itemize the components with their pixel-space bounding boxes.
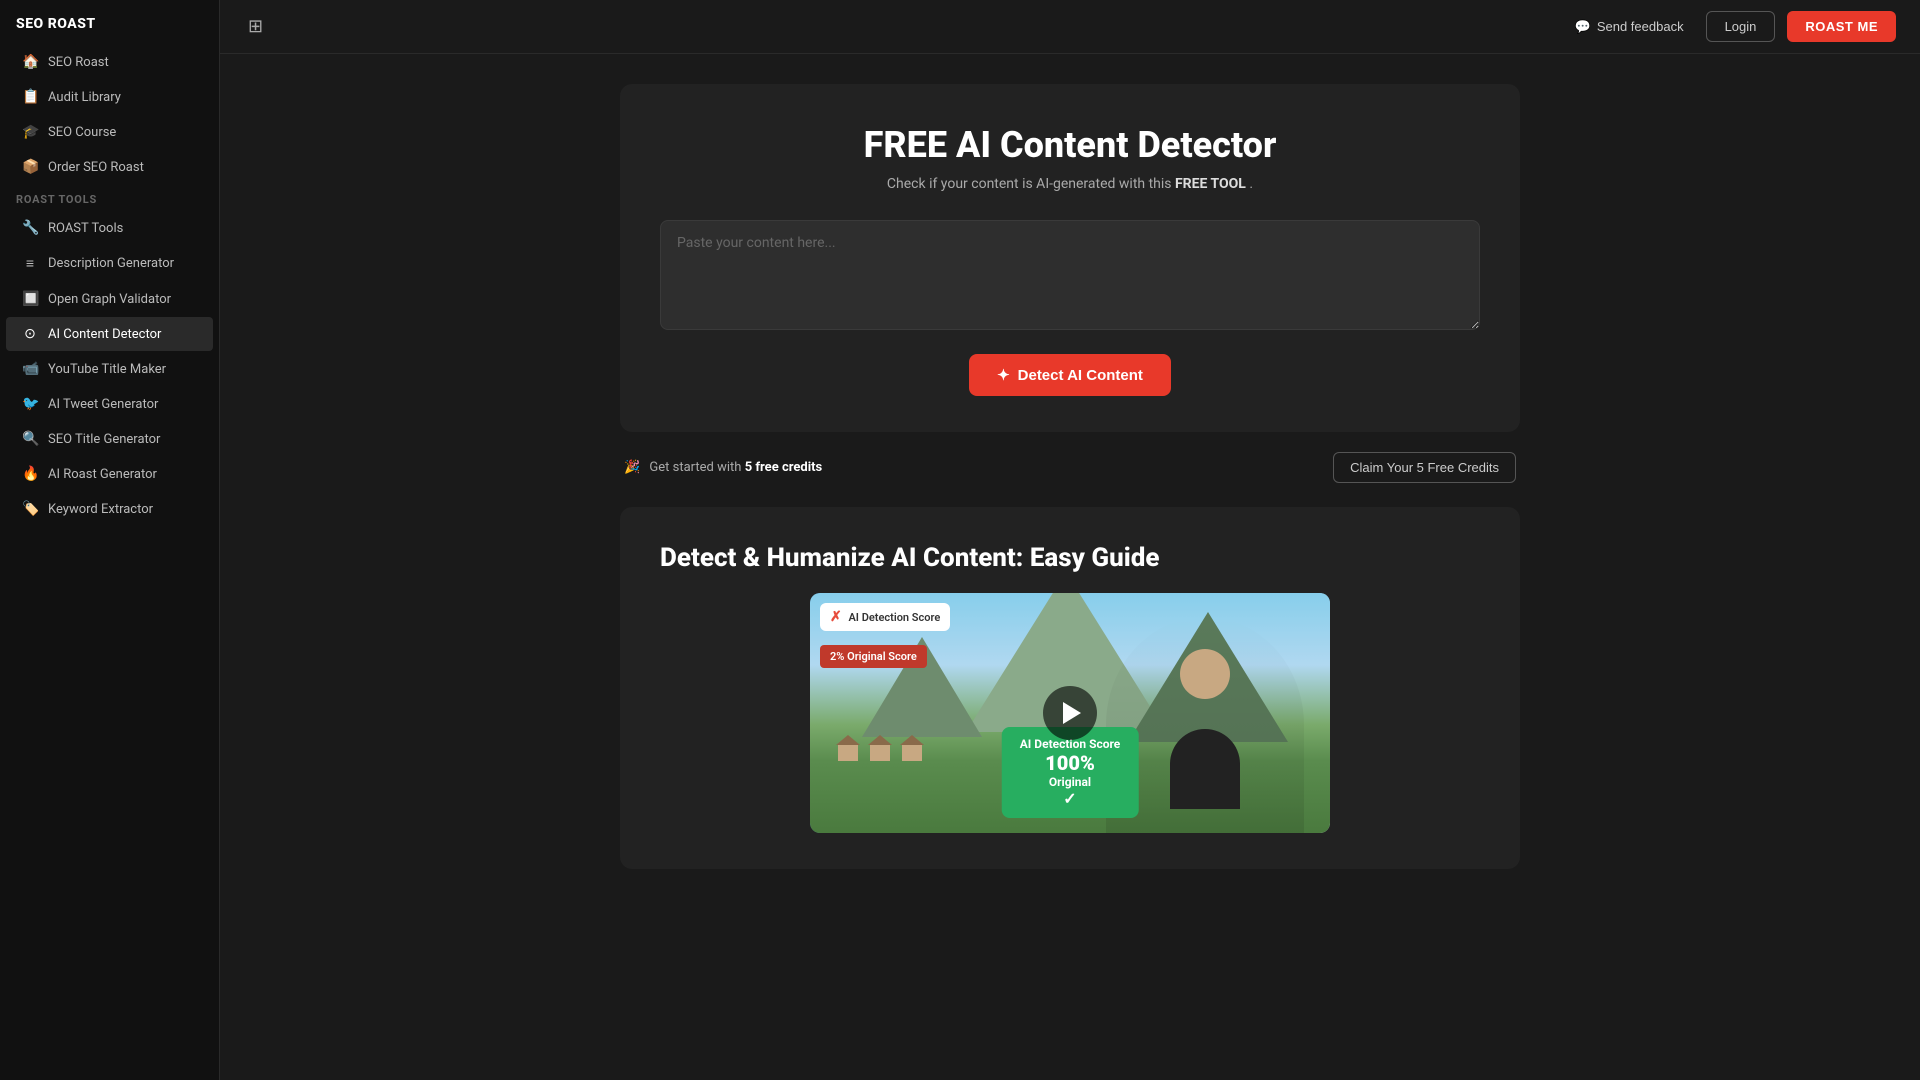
audit-library-label: Audit Library: [48, 90, 121, 105]
brand-logo: SEO ROAST: [0, 0, 219, 44]
ai-content-detector-label: AI Content Detector: [48, 327, 161, 342]
seo-roast-icon: 🏠: [22, 54, 38, 70]
sidebar-item-seo-title-generator[interactable]: 🔍 SEO Title Generator: [6, 422, 213, 456]
nav-section: 🏠 SEO Roast 📋 Audit Library 🎓 SEO Course…: [0, 44, 219, 185]
order-seo-roast-icon: 📦: [22, 159, 38, 175]
sidebar-item-keyword-extractor[interactable]: 🏷️ Keyword Extractor: [6, 492, 213, 526]
thumbnail-overlay-green: AI Detection Score 100% Original ✓: [1002, 727, 1139, 818]
seo-title-generator-icon: 🔍: [22, 431, 38, 447]
sidebar-item-order-seo-roast[interactable]: 📦 Order SEO Roast: [6, 150, 213, 184]
description-generator-icon: ≡: [22, 255, 38, 272]
person-head: [1180, 649, 1230, 699]
thumbnail-overlay-red: 2% Original Score: [820, 645, 927, 668]
header: ⊞ 💬 Send feedback Login ROAST ME: [220, 0, 1920, 54]
subtitle-highlight: FREE TOOL: [1175, 176, 1246, 192]
house-1: [836, 735, 860, 761]
house-3: [900, 735, 924, 761]
keyword-extractor-label: Keyword Extractor: [48, 502, 153, 517]
sidebar-toggle-button[interactable]: ⊞: [244, 12, 267, 41]
detect-btn-icon: ✦: [997, 366, 1010, 384]
login-button[interactable]: Login: [1706, 11, 1776, 42]
video-card: Detect & Humanize AI Content: Easy Guide: [620, 507, 1520, 869]
ai-tweet-generator-label: AI Tweet Generator: [48, 397, 158, 412]
house-roof-2: [868, 735, 892, 745]
sidebar-item-seo-course[interactable]: 🎓 SEO Course: [6, 115, 213, 149]
youtube-title-maker-icon: 📹: [22, 361, 38, 377]
tools-section: 🔧 ROAST Tools ≡ Description Generator 🔲 …: [0, 210, 219, 527]
overlay-top-label: AI Detection Score: [848, 611, 940, 624]
credits-emoji: 🎉: [624, 460, 640, 475]
ai-roast-generator-icon: 🔥: [22, 466, 38, 482]
order-seo-roast-label: Order SEO Roast: [48, 160, 144, 175]
play-button[interactable]: [1043, 686, 1097, 740]
detect-btn-label: Detect AI Content: [1018, 367, 1143, 384]
sidebar-item-seo-roast[interactable]: 🏠 SEO Roast: [6, 45, 213, 79]
subtitle-suffix: .: [1249, 176, 1253, 192]
video-title: Detect & Humanize AI Content: Easy Guide: [660, 543, 1480, 573]
feedback-icon: 💬: [1575, 19, 1591, 35]
seo-title-generator-label: SEO Title Generator: [48, 432, 160, 447]
roast-tools-icon: 🔧: [22, 220, 38, 236]
youtube-title-maker-label: YouTube Title Maker: [48, 362, 166, 377]
detect-ai-content-button[interactable]: ✦ Detect AI Content: [969, 354, 1171, 396]
ai-tweet-generator-icon: 🐦: [22, 396, 38, 412]
overlay-green-pct: 100%: [1020, 751, 1121, 775]
sidebar: SEO ROAST 🏠 SEO Roast 📋 Audit Library 🎓 …: [0, 0, 220, 1080]
credits-text: 🎉 Get started with 5 free credits: [624, 460, 822, 475]
detect-btn-wrapper: ✦ Detect AI Content: [660, 354, 1480, 396]
house-2: [868, 735, 892, 761]
card-title: FREE AI Content Detector: [660, 124, 1480, 166]
sidebar-item-ai-roast-generator[interactable]: 🔥 AI Roast Generator: [6, 457, 213, 491]
houses-group: [836, 735, 924, 761]
content-input[interactable]: [660, 220, 1480, 330]
subtitle-prefix: Check if your content is AI-generated wi…: [887, 176, 1172, 192]
credits-bar: 🎉 Get started with 5 free credits Claim …: [620, 452, 1520, 483]
sidebar-item-youtube-title-maker[interactable]: 📹 YouTube Title Maker: [6, 352, 213, 386]
video-thumbnail: ✗ AI Detection Score 2% Original Score A…: [810, 593, 1330, 833]
ai-roast-generator-label: AI Roast Generator: [48, 467, 157, 482]
sidebar-item-roast-tools[interactable]: 🔧 ROAST Tools: [6, 211, 213, 245]
ai-content-detector-icon: ⊙: [22, 326, 38, 342]
roast-tools-section-label: ROAST Tools: [0, 185, 219, 210]
sidebar-item-open-graph-validator[interactable]: 🔲 Open Graph Validator: [6, 282, 213, 316]
house-roof-1: [836, 735, 860, 745]
house-body-1: [838, 745, 858, 761]
person-body: [1170, 729, 1240, 809]
house-body-2: [870, 745, 890, 761]
credits-prefix: Get started with: [649, 460, 741, 475]
card-subtitle: Check if your content is AI-generated wi…: [660, 176, 1480, 192]
description-generator-label: Description Generator: [48, 256, 174, 271]
seo-course-icon: 🎓: [22, 124, 38, 140]
sidebar-item-audit-library[interactable]: 📋 Audit Library: [6, 80, 213, 114]
header-right: 💬 Send feedback Login ROAST ME: [1565, 11, 1896, 42]
house-roof-3: [900, 735, 924, 745]
open-graph-validator-label: Open Graph Validator: [48, 292, 171, 307]
overlay-green-label2: Original: [1020, 775, 1121, 789]
house-body-3: [902, 745, 922, 761]
x-mark-icon: ✗: [830, 609, 842, 625]
feedback-label: Send feedback: [1597, 19, 1684, 34]
claim-credits-button[interactable]: Claim Your 5 Free Credits: [1333, 452, 1516, 483]
send-feedback-button[interactable]: 💬 Send feedback: [1565, 13, 1694, 41]
sidebar-item-ai-tweet-generator[interactable]: 🐦 AI Tweet Generator: [6, 387, 213, 421]
main-area: ⊞ 💬 Send feedback Login ROAST ME FREE AI…: [220, 0, 1920, 1080]
seo-roast-label: SEO Roast: [48, 55, 109, 70]
thumbnail-overlay-top: ✗ AI Detection Score: [820, 603, 950, 631]
seo-course-label: SEO Course: [48, 125, 116, 140]
overlay-red-label: 2% Original Score: [830, 650, 917, 663]
roast-me-button[interactable]: ROAST ME: [1787, 11, 1896, 42]
page-content: FREE AI Content Detector Check if your c…: [220, 54, 1920, 1080]
credits-highlight: 5 free credits: [745, 460, 823, 475]
sidebar-item-ai-content-detector[interactable]: ⊙ AI Content Detector: [6, 317, 213, 351]
ai-detector-card: FREE AI Content Detector Check if your c…: [620, 84, 1520, 432]
header-left: ⊞: [244, 12, 267, 41]
sidebar-item-description-generator[interactable]: ≡ Description Generator: [6, 246, 213, 281]
audit-library-icon: 📋: [22, 89, 38, 105]
open-graph-validator-icon: 🔲: [22, 291, 38, 307]
checkmark-icon: ✓: [1020, 789, 1121, 808]
keyword-extractor-icon: 🏷️: [22, 501, 38, 517]
roast-tools-label: ROAST Tools: [48, 221, 123, 236]
